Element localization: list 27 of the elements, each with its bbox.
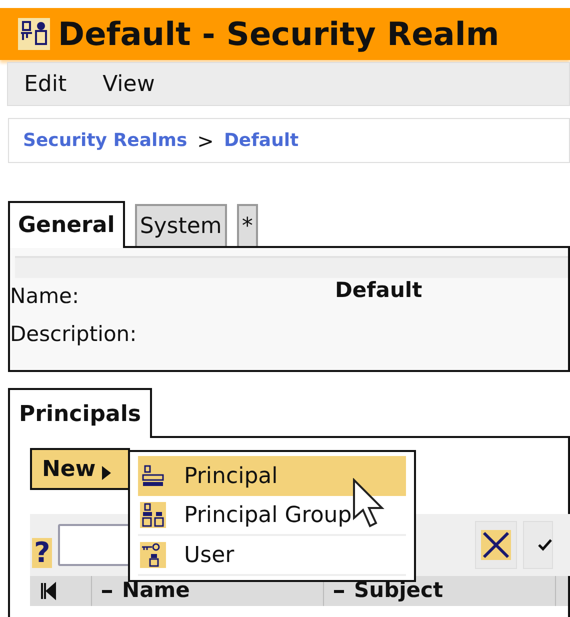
first-page-icon [40, 581, 56, 601]
tab[interactable]: * [236, 204, 258, 246]
mouse-pointer-icon [352, 478, 386, 530]
tab[interactable]: System [134, 204, 227, 246]
key-user-icon [140, 542, 166, 568]
window-title: Default - Security Realm [58, 14, 500, 55]
tab[interactable]: General [8, 201, 125, 248]
realm-icon [18, 18, 50, 50]
menu-item[interactable]: View [102, 68, 155, 100]
breadcrumb-link[interactable]: Default [224, 127, 299, 154]
check-icon [538, 538, 552, 552]
group-icon [140, 502, 166, 528]
field-label: Description: [10, 321, 138, 348]
cross-icon [481, 530, 512, 560]
help-button[interactable]: ? [32, 538, 52, 568]
breadcrumb-link[interactable]: Security Realms [23, 127, 188, 154]
caret-icon [102, 466, 111, 480]
menu-item[interactable]: Principal [138, 456, 406, 496]
menu-item[interactable]: Edit [24, 68, 67, 100]
confirm-button[interactable] [523, 521, 554, 569]
tab[interactable]: Principals [8, 388, 152, 438]
new-button[interactable]: New [30, 448, 130, 490]
breadcrumb-separator: > [197, 128, 214, 154]
delete-button[interactable] [475, 521, 518, 569]
field-label: Name: [10, 283, 80, 310]
menu-item[interactable]: User [138, 536, 406, 576]
field-value: Default [335, 277, 422, 304]
